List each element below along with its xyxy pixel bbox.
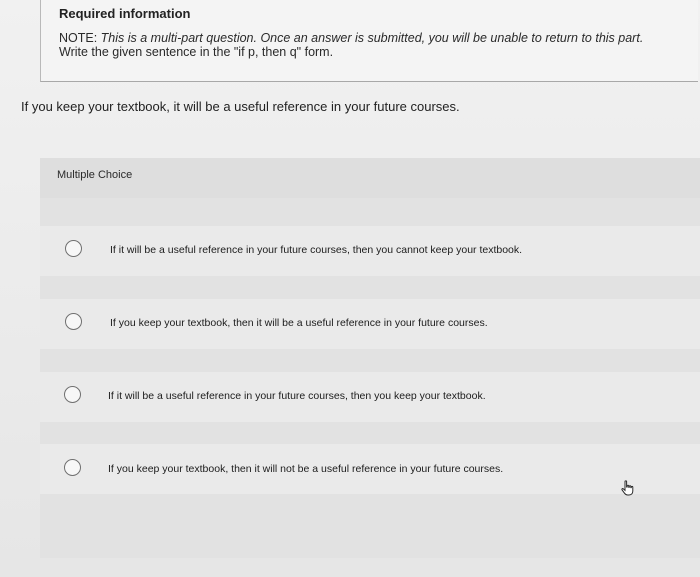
choice-label: If it will be a useful reference in your…: [108, 390, 486, 402]
multiple-choice-header: Multiple Choice: [40, 158, 700, 198]
choice-label: If you keep your textbook, then it will …: [110, 317, 488, 329]
choice-option-1[interactable]: If it will be a useful reference in your…: [40, 226, 700, 276]
note-italic: This is a multi-part question. Once an a…: [100, 31, 644, 45]
note-text: NOTE: This is a multi-part question. Onc…: [59, 31, 689, 59]
choice-option-2[interactable]: If you keep your textbook, then it will …: [40, 299, 700, 349]
page: Required information NOTE: This is a mul…: [0, 0, 700, 577]
radio-button[interactable]: [65, 313, 82, 330]
required-information-box: Required information NOTE: This is a mul…: [40, 0, 698, 82]
choice-label: If it will be a useful reference in your…: [110, 244, 523, 256]
choice-label: If you keep your textbook, then it will …: [108, 463, 504, 475]
radio-button[interactable]: [64, 386, 81, 403]
choice-option-3[interactable]: If it will be a useful reference in your…: [40, 372, 700, 422]
instruction-text: Write the given sentence in the "if p, t…: [59, 45, 334, 59]
required-information-title: Required information: [59, 6, 191, 21]
hand-pointer-icon: [621, 480, 634, 496]
choice-option-4[interactable]: If you keep your textbook, then it will …: [40, 444, 700, 494]
radio-button[interactable]: [64, 459, 81, 476]
note-prefix: NOTE:: [59, 31, 101, 45]
question-text: If you keep your textbook, it will be a …: [21, 99, 460, 114]
radio-button[interactable]: [65, 240, 82, 257]
multiple-choice-panel: Multiple Choice If it will be a useful r…: [40, 158, 700, 558]
multiple-choice-label: Multiple Choice: [57, 169, 133, 181]
